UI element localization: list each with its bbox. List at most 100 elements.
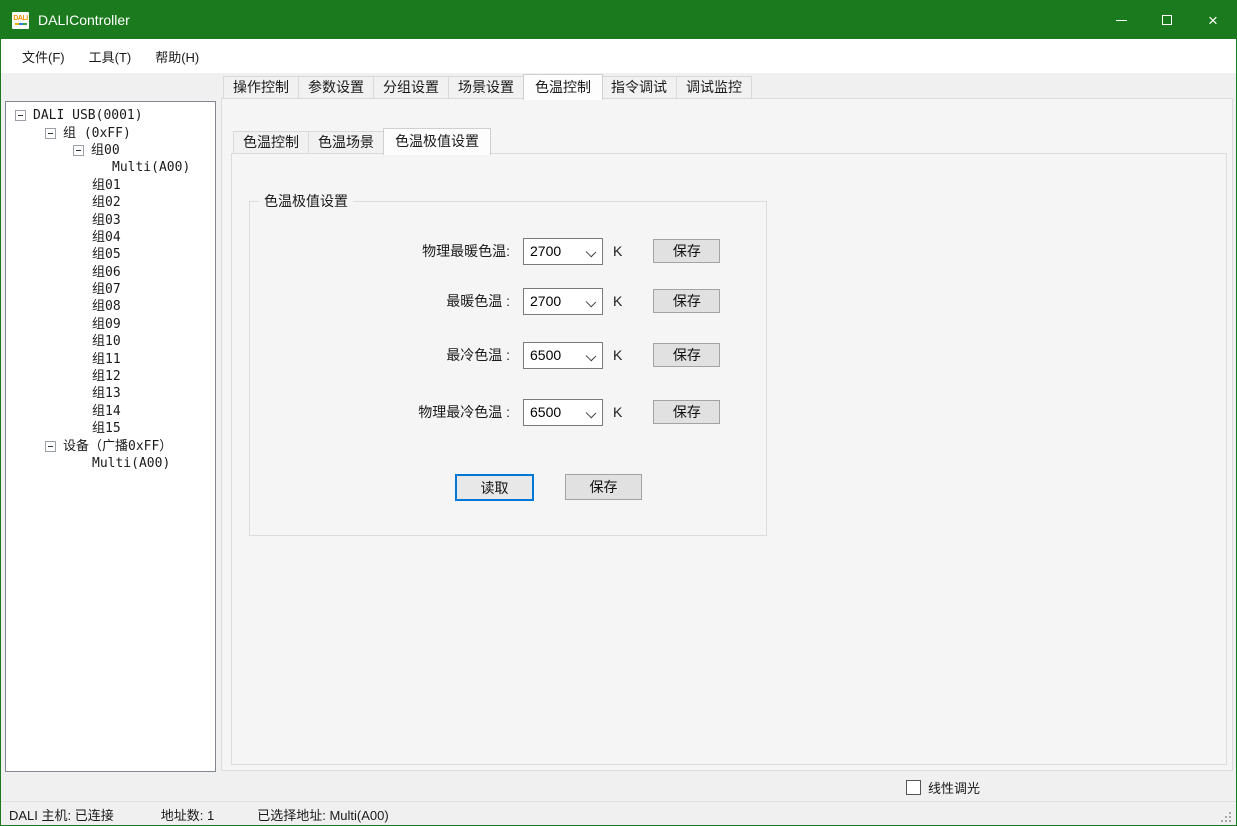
tab-main-4[interactable]: 色温控制	[523, 74, 603, 100]
ct-value-combobox[interactable]: 6500	[523, 399, 603, 426]
unit-label: K	[613, 243, 622, 259]
tab-sub-0[interactable]: 色温控制	[233, 131, 309, 154]
menu-item-2[interactable]: 帮助(H)	[143, 39, 211, 73]
status-address-count: 地址数: 1	[161, 805, 214, 824]
unit-label: K	[613, 347, 622, 363]
tree-item-label: 组 (0xFF)	[63, 125, 131, 142]
tree-item-label: DALI USB(0001)	[33, 107, 143, 124]
row-save-button[interactable]: 保存	[653, 343, 720, 367]
action-button-row: 读取 保存	[250, 474, 766, 502]
menu-item-1[interactable]: 工具(T)	[77, 39, 144, 73]
tab-main-5[interactable]: 指令调试	[602, 76, 677, 99]
tree-item-label: 组14	[92, 403, 121, 420]
combo-selected-value: 2700	[524, 293, 582, 309]
tab-main-0[interactable]: 操作控制	[223, 76, 299, 99]
tree-item[interactable]: 组13	[6, 385, 215, 402]
device-tree[interactable]: DALI USB(0001)组 (0xFF)组00Multi(A00)组01组0…	[5, 101, 216, 772]
tree-expander-icon[interactable]	[15, 110, 26, 121]
tree-item-label: 组10	[92, 333, 121, 350]
app-logo-text: DALI	[13, 15, 27, 22]
tree-item[interactable]: 组06	[6, 264, 215, 281]
minimize-button[interactable]	[1098, 1, 1144, 39]
app-window: DALI DALIController × 文件(F)工具(T)帮助(H) DA…	[0, 0, 1237, 826]
read-button[interactable]: 读取	[455, 474, 534, 501]
tree-item[interactable]: Multi(A00)	[6, 159, 215, 176]
tree-item[interactable]: 组01	[6, 177, 215, 194]
tree-item[interactable]: 组15	[6, 420, 215, 437]
tree-item[interactable]: 组11	[6, 350, 215, 367]
tree-item[interactable]: Multi(A00)	[6, 455, 215, 472]
save-all-button[interactable]: 保存	[565, 474, 642, 500]
row-save-button[interactable]: 保存	[653, 400, 720, 424]
ct-value-combobox[interactable]: 2700	[523, 288, 603, 315]
row-save-button[interactable]: 保存	[653, 289, 720, 313]
combo-selected-value: 2700	[524, 243, 582, 259]
tree-item[interactable]: DALI USB(0001)	[6, 107, 215, 124]
tree-item[interactable]: 设备（广播0xFF）	[6, 437, 215, 454]
row-save-button[interactable]: 保存	[653, 239, 720, 263]
resize-grip-icon[interactable]	[1221, 812, 1233, 824]
tree-expander-icon[interactable]	[73, 145, 84, 156]
menu-item-0[interactable]: 文件(F)	[10, 39, 77, 73]
tree-item-label: 组02	[92, 194, 121, 211]
tree-item-label: 组06	[92, 264, 121, 281]
chevron-down-icon[interactable]	[582, 400, 602, 425]
tree-item-label: 组09	[92, 316, 121, 333]
chevron-down-icon[interactable]	[582, 289, 602, 314]
tree-item-label: 组00	[91, 142, 120, 159]
tree-item-label: Multi(A00)	[112, 159, 190, 176]
close-button[interactable]: ×	[1190, 1, 1236, 39]
ct-limit-row-0: 物理最暖色温:2700K保存	[250, 237, 720, 265]
linear-dimming-option[interactable]: 线性调光	[906, 778, 980, 796]
tree-item-label: 组15	[92, 420, 121, 437]
ct-value-combobox[interactable]: 6500	[523, 342, 603, 369]
ct-limit-row-3: 物理最冷色温 :6500K保存	[250, 398, 720, 426]
tab-main-3[interactable]: 场景设置	[449, 76, 524, 99]
tab-sub-2[interactable]: 色温极值设置	[383, 128, 491, 155]
tab-main-2[interactable]: 分组设置	[374, 76, 449, 99]
tree-item[interactable]: 组10	[6, 333, 215, 350]
tree-item[interactable]: 组04	[6, 229, 215, 246]
tree-item[interactable]: 组07	[6, 281, 215, 298]
app-logo-icon: DALI	[12, 12, 29, 29]
tree-item-label: 组03	[92, 212, 121, 229]
chevron-down-icon[interactable]	[582, 239, 602, 264]
linear-dimming-checkbox[interactable]	[906, 780, 921, 795]
status-host: DALI 主机: 已连接	[9, 805, 114, 824]
minimize-icon	[1116, 20, 1127, 21]
close-icon: ×	[1208, 12, 1218, 29]
tree-expander-icon[interactable]	[45, 441, 56, 452]
tree-item[interactable]: 组08	[6, 298, 215, 315]
combo-selected-value: 6500	[524, 347, 582, 363]
ct-value-combobox[interactable]: 2700	[523, 238, 603, 265]
tree-item-label: 组01	[92, 177, 121, 194]
maximize-button[interactable]	[1144, 1, 1190, 39]
tree-item[interactable]: 组03	[6, 211, 215, 228]
ct-limit-row-2: 最冷色温 : 6500 K 保存	[250, 341, 720, 369]
app-logo-colorbar	[15, 23, 27, 25]
tree-item[interactable]: 组02	[6, 194, 215, 211]
tree-item[interactable]: 组 (0xFF)	[6, 124, 215, 141]
tree-item-label: 组07	[92, 281, 121, 298]
ct-limit-label: 物理最冷色温 :	[250, 402, 510, 422]
tree-item[interactable]: 组05	[6, 246, 215, 263]
tree-item[interactable]: 组12	[6, 368, 215, 385]
tree-item-label: 组11	[92, 351, 121, 368]
tree-item-label: 组12	[92, 368, 121, 385]
unit-label: K	[613, 293, 622, 309]
window-title: DALIController	[38, 12, 1098, 28]
main-tab-strip: 操作控制参数设置分组设置场景设置色温控制指令调试调试监控	[223, 73, 752, 99]
tree-item-label: 组08	[92, 298, 121, 315]
tree-expander-icon[interactable]	[45, 128, 56, 139]
tab-sub-1[interactable]: 色温场景	[309, 131, 384, 154]
ct-limit-row-1: 最暖色温 :2700K保存	[250, 287, 720, 315]
ct-limit-label: 最冷色温 :	[250, 345, 510, 365]
tree-item[interactable]: 组00	[6, 142, 215, 159]
tree-item[interactable]: 组09	[6, 316, 215, 333]
chevron-down-icon[interactable]	[582, 343, 602, 368]
tree-item[interactable]: 组14	[6, 403, 215, 420]
tab-main-1[interactable]: 参数设置	[299, 76, 374, 99]
tab-main-6[interactable]: 调试监控	[677, 76, 752, 99]
tree-item-label: 组04	[92, 229, 121, 246]
ct-limits-groupbox: 色温极值设置 物理最暖色温:2700K保存最暖色温 :2700K保存最冷色温 :…	[249, 201, 767, 536]
